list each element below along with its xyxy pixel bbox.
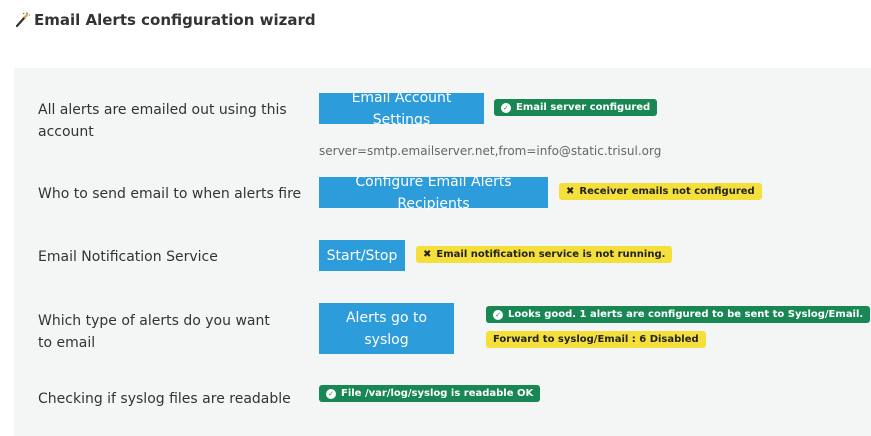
row-label-account: All alerts are emailed out using this ac… <box>38 102 287 140</box>
check-circle-icon: ✓ <box>501 102 511 113</box>
row-label-recipients: Who to send email to when alerts fire <box>38 186 302 202</box>
page-title: Email Alerts configuration wizard <box>14 11 316 29</box>
magic-wand-icon <box>15 12 30 28</box>
status-badge-syslog-readable: ✓ File /var/log/syslog is readable OK <box>319 385 541 402</box>
alerts-go-to-syslog-button[interactable]: Alerts go to syslog <box>319 303 454 354</box>
start-stop-button[interactable]: Start/Stop <box>319 240 405 271</box>
page-title-text: Email Alerts configuration wizard <box>34 11 316 29</box>
smtp-server-info: server=smtp.emailserver.net,from=info@st… <box>319 144 662 158</box>
wizard-panel: All alerts are emailed out using this ac… <box>14 68 871 436</box>
check-circle-icon: ✓ <box>493 309 503 320</box>
configure-recipients-button[interactable]: Configure Email Alerts Recipients <box>319 174 548 212</box>
status-badge-receivers: ✖ Receiver emails not configured <box>559 183 762 200</box>
email-account-settings-button[interactable]: Email Account Settings <box>319 90 484 128</box>
row-label-syslog-readable: Checking if syslog files are readable <box>38 391 291 407</box>
status-badge-forward-disabled: Forward to syslog/Email : 6 Disabled <box>486 331 706 348</box>
status-badge-email-server: ✓ Email server configured <box>494 99 658 116</box>
status-badge-alerts-configured: ✓ Looks good. 1 alerts are configured to… <box>486 306 871 323</box>
row-label-notification-service: Email Notification Service <box>38 249 218 265</box>
x-icon: ✖ <box>566 185 575 197</box>
row-label-alert-types: Which type of alerts do you want to emai… <box>38 313 270 351</box>
x-icon: ✖ <box>423 248 432 260</box>
check-circle-icon: ✓ <box>326 388 336 399</box>
status-badge-notification-service: ✖ Email notification service is not runn… <box>416 246 673 263</box>
